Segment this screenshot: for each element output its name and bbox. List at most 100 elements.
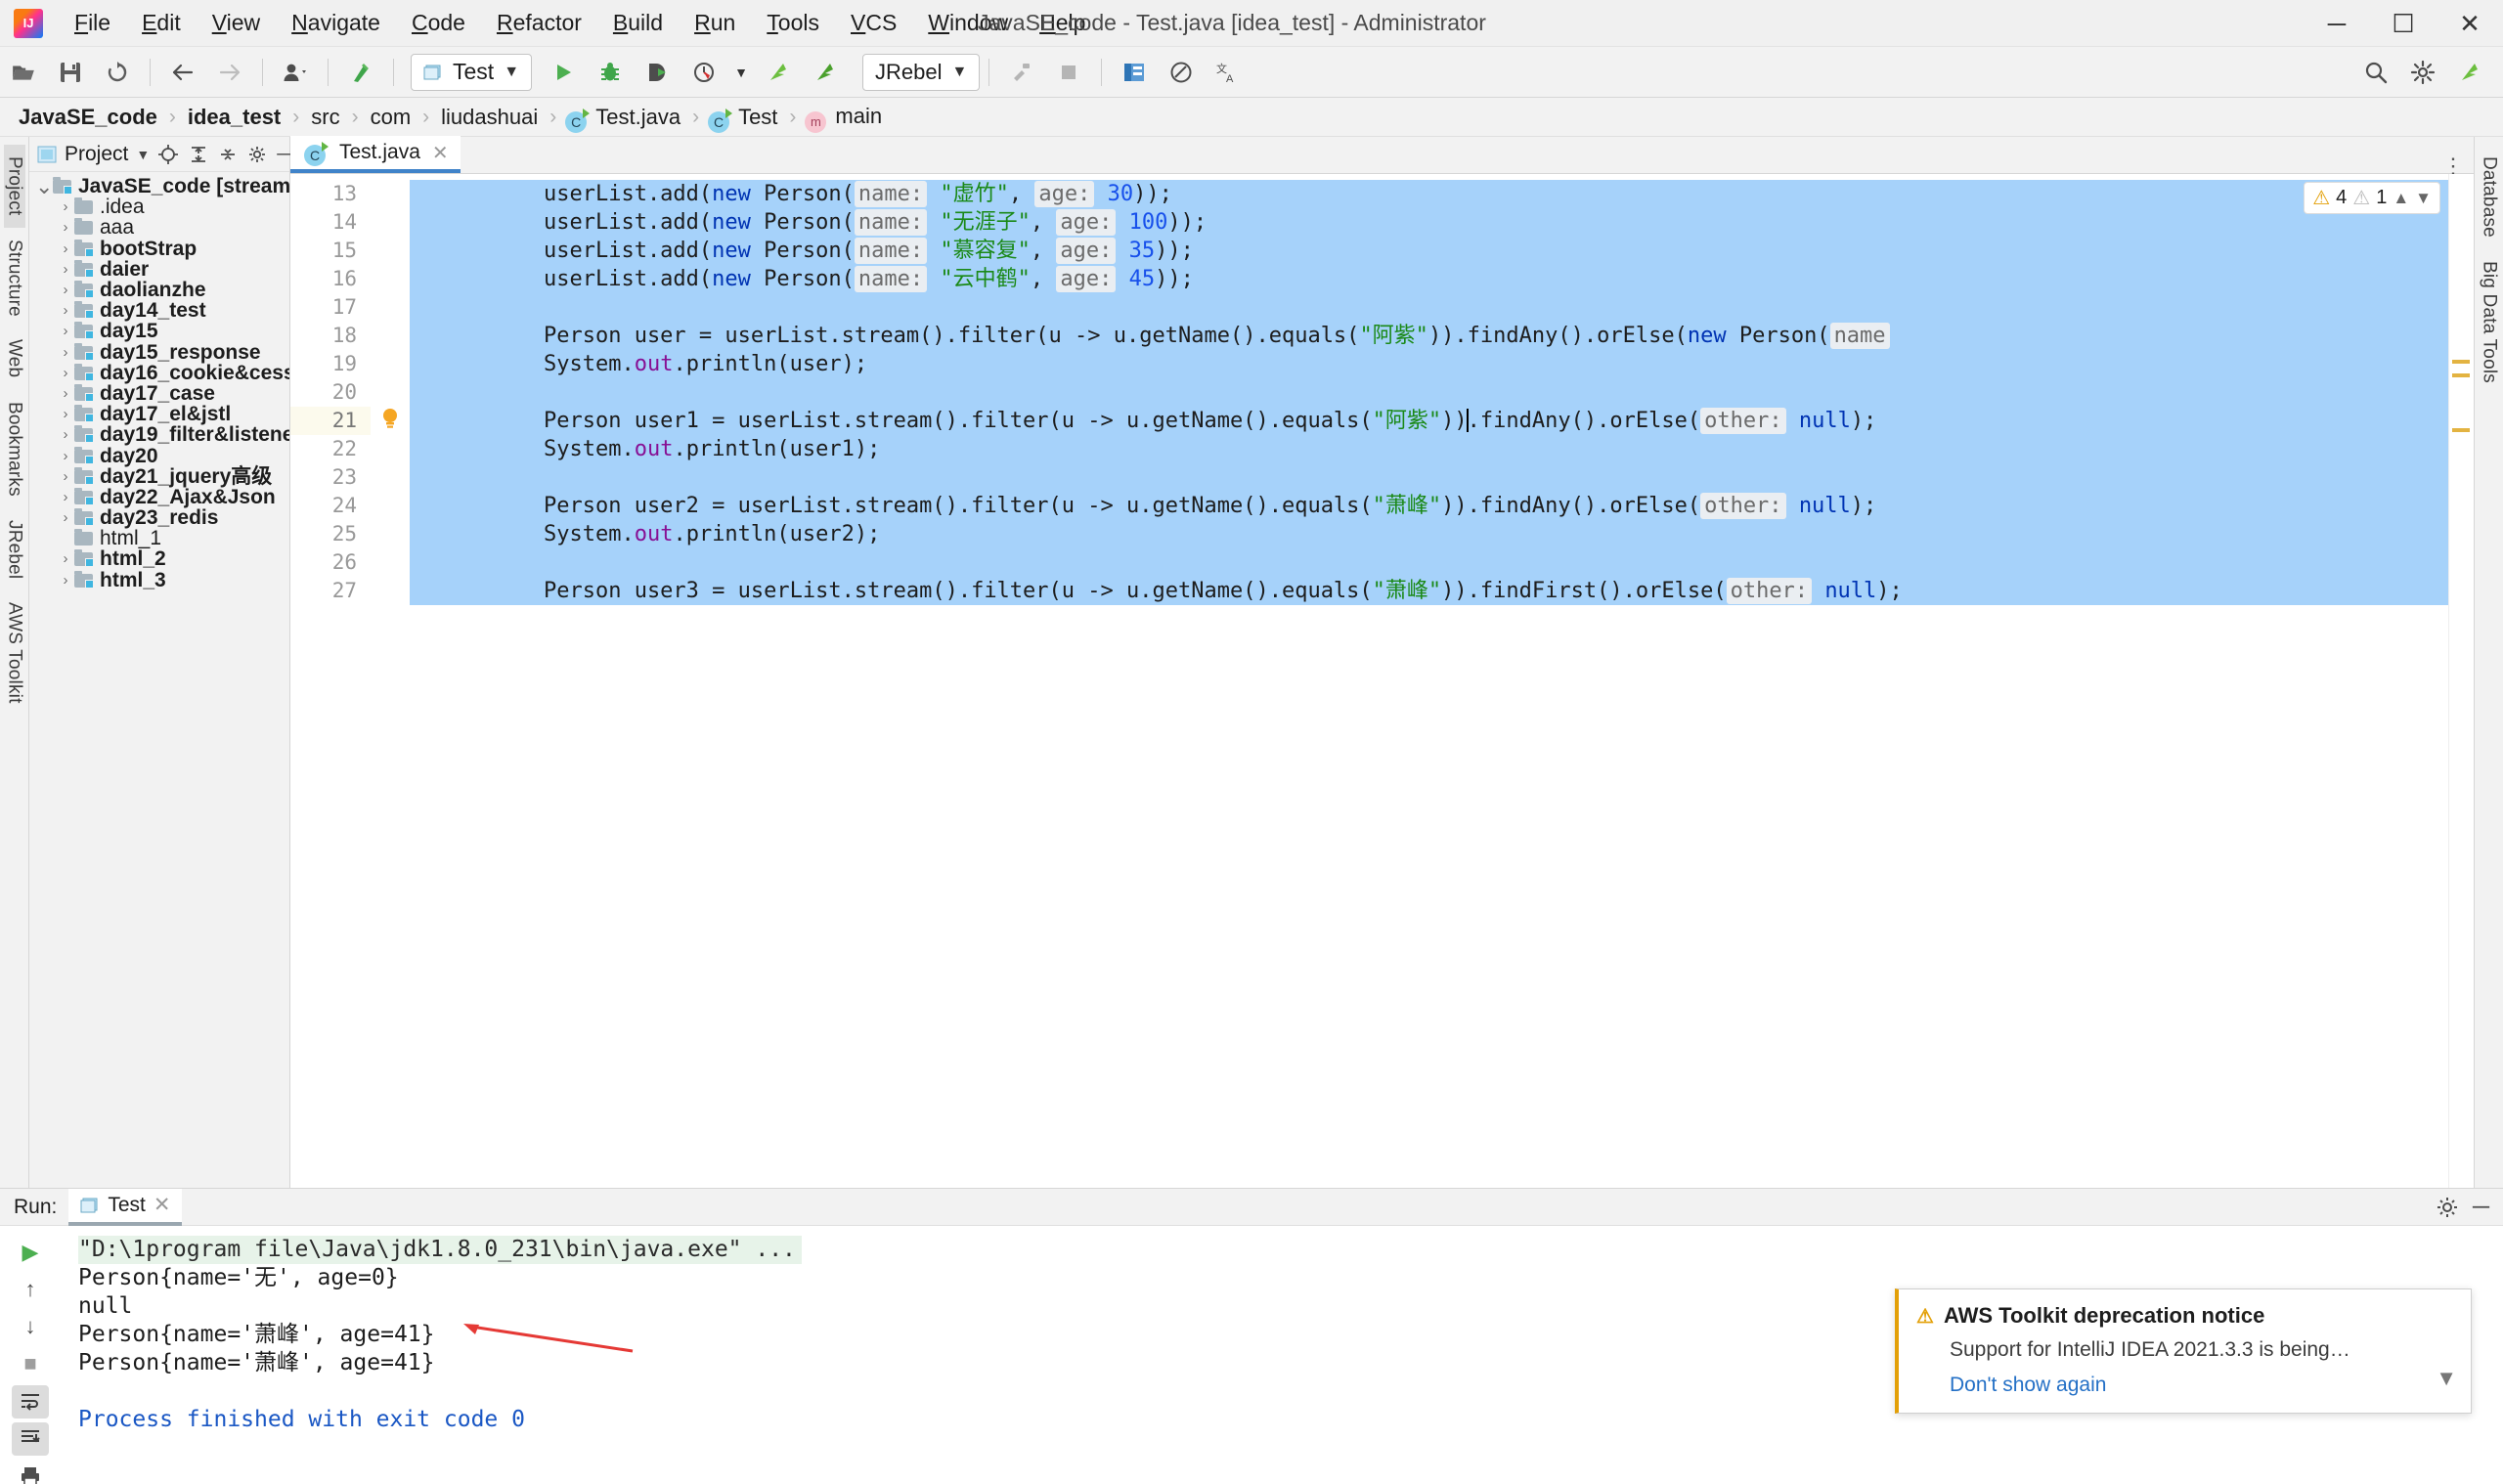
chevron-up-icon[interactable]: ▲ (2393, 189, 2409, 208)
chevron-down-icon[interactable]: ▼ (732, 54, 750, 91)
jrebel-logo-icon[interactable] (2451, 54, 2488, 91)
breadcrumb-item-idea-test[interactable]: idea_test (185, 105, 284, 130)
tree-item-html-1[interactable]: html_1 (29, 528, 289, 548)
scroll-to-end-icon[interactable] (12, 1421, 49, 1456)
breadcrumb-item-main[interactable]: m main (805, 104, 885, 133)
line-number-25[interactable]: 25 (290, 520, 371, 548)
scroll-up-icon[interactable]: ↑ (12, 1273, 49, 1306)
line-number-17[interactable]: 17 (290, 293, 371, 322)
line-number-13[interactable]: 13 (290, 180, 371, 208)
inspection-mark[interactable] (2452, 428, 2470, 432)
tree-item-daolianzhe[interactable]: › daolianzhe (29, 280, 289, 300)
chevron-right-icon[interactable]: › (57, 424, 74, 445)
tree-item-day19-filter-listener[interactable]: › day19_filter&listener (29, 424, 290, 445)
minimize-button[interactable]: ─ (2304, 0, 2370, 47)
inspection-widget[interactable]: ⚠ 4 ⚠ 1 ▲ ▼ (2304, 182, 2440, 214)
tree-item-daier[interactable]: › daier (29, 259, 289, 280)
line-number-15[interactable]: 15 (290, 237, 371, 265)
chevron-right-icon[interactable]: › (57, 570, 74, 590)
user-profile-icon[interactable] (277, 54, 314, 91)
code-line-13[interactable]: userList.add(new Person(name: "虚竹", age:… (410, 180, 2474, 208)
close-button[interactable]: ✕ (2437, 0, 2503, 47)
tree-item-javase-code[interactable]: ⌄JavaSE_code [stream]E:\IdeaProject (29, 175, 289, 196)
line-number-16[interactable]: 16 (290, 265, 371, 293)
layout-icon[interactable] (1116, 54, 1153, 91)
code-line-16[interactable]: userList.add(new Person(name: "云中鹤", age… (410, 265, 2474, 293)
gear-icon[interactable] (2404, 54, 2441, 91)
inspect-circle-icon[interactable] (1163, 54, 1200, 91)
tree-item-day15[interactable]: › day15 (29, 321, 289, 341)
chevron-right-icon[interactable]: › (57, 321, 74, 341)
chevron-right-icon[interactable]: › (57, 507, 74, 528)
tree-item-bootstrap[interactable]: › bootStrap (29, 239, 289, 259)
chevron-right-icon[interactable]: › (57, 363, 74, 383)
scroll-down-icon[interactable]: ↓ (12, 1310, 49, 1343)
menu-build[interactable]: Build (597, 6, 679, 40)
gear-icon[interactable] (2436, 1196, 2459, 1219)
tool-window-database[interactable]: Database (2479, 145, 2500, 249)
aws-toolkit-notification[interactable]: ⚠ AWS Toolkit deprecation notice Support… (1895, 1288, 2472, 1414)
breadcrumb-item-test-java[interactable]: C Test.java (565, 105, 683, 133)
line-number-18[interactable]: 18 (290, 322, 371, 350)
line-number-14[interactable]: 14 (290, 208, 371, 237)
build-hammer-icon[interactable] (1003, 54, 1040, 91)
code-line-14[interactable]: userList.add(new Person(name: "无涯子", age… (410, 208, 2474, 237)
line-number-27[interactable]: 27 (290, 577, 371, 605)
tree-item-aaa[interactable]: › aaa (29, 217, 289, 238)
code-editor[interactable]: 13 14 15 16 17 18 19 20 21 22 23 24 25 26 27 userList.… (290, 174, 2474, 1188)
menu-vcs[interactable]: VCS (835, 6, 912, 40)
line-number-24[interactable]: 24 (290, 492, 371, 520)
run-play-icon[interactable] (545, 54, 582, 91)
chevron-down-icon[interactable]: ▼ (2415, 189, 2432, 208)
chevron-down-icon[interactable]: ⌄ (35, 175, 53, 196)
soft-wrap-icon[interactable] (12, 1384, 49, 1419)
breadcrumb-item-liudashuai[interactable]: liudashuai (438, 105, 541, 130)
code-line-23[interactable] (410, 463, 2474, 492)
maximize-button[interactable]: ☐ (2370, 0, 2437, 47)
tree-item-day22-ajax-json[interactable]: › day22_Ajax&Json (29, 487, 289, 507)
jrebel-debug-icon[interactable] (807, 54, 844, 91)
chevron-right-icon[interactable]: › (57, 487, 74, 507)
chevron-right-icon[interactable]: › (57, 548, 74, 569)
tree-item-html-3[interactable]: › html_3 (29, 570, 289, 590)
tree-item-day17-case[interactable]: › day17_case (29, 383, 289, 404)
chevron-right-icon[interactable]: › (57, 300, 74, 321)
line-number-19[interactable]: 19 (290, 350, 371, 378)
chevron-right-icon[interactable]: › (57, 259, 74, 280)
tool-window-web[interactable]: Web (4, 327, 25, 389)
jrebel-run-icon[interactable] (760, 54, 797, 91)
inspection-mark[interactable] (2452, 360, 2470, 364)
tool-window-bookmarks[interactable]: Bookmarks (4, 390, 25, 508)
locate-target-icon[interactable] (157, 144, 179, 165)
chevron-down-icon[interactable]: ▼ (952, 64, 968, 81)
run-with-coverage-icon[interactable] (638, 54, 676, 91)
vcs-update-icon[interactable] (342, 54, 379, 91)
chevron-down-icon[interactable]: ▼ (136, 147, 150, 162)
menu-refactor[interactable]: Refactor (481, 6, 597, 40)
tree-item-day16-cookie-cession[interactable]: › day16_cookie&cession (29, 363, 290, 383)
code-line-24[interactable]: Person user2 = userList.stream().filter(… (410, 492, 2474, 520)
code-line-21[interactable]: Person user1 = userList.stream().filter(… (410, 407, 2474, 435)
code-line-26[interactable] (410, 548, 2474, 577)
jrebel-selector[interactable]: JRebel ▼ (862, 53, 981, 91)
line-number-21[interactable]: 21 (290, 407, 371, 435)
minimize-icon[interactable]: ─ (277, 145, 290, 164)
chevron-right-icon[interactable]: › (57, 239, 74, 259)
save-icon[interactable] (52, 54, 89, 91)
inspection-mark[interactable] (2452, 373, 2470, 377)
chevron-right-icon[interactable]: › (57, 280, 74, 300)
refresh-icon[interactable] (99, 54, 136, 91)
project-file-tree[interactable]: ⌄JavaSE_code [stream]E:\IdeaProject›.ide… (29, 172, 289, 1188)
profiler-clock-icon[interactable] (685, 54, 723, 91)
tool-window-jrebel[interactable]: JRebel (4, 508, 25, 590)
run-configuration-selector[interactable]: Test ▼ (411, 53, 533, 91)
translate-icon[interactable]: 文A (1209, 54, 1247, 91)
stop-icon[interactable] (1050, 54, 1087, 91)
breadcrumb-item-javase-code[interactable]: JavaSE_code (16, 105, 160, 130)
code-line-27[interactable]: Person user3 = userList.stream().filter(… (410, 577, 2474, 605)
tree-item--idea[interactable]: › .idea (29, 196, 289, 217)
tool-window-project[interactable]: Project (3, 145, 25, 228)
line-number-23[interactable]: 23 (290, 463, 371, 492)
code-line-20[interactable] (410, 378, 2474, 407)
menu-edit[interactable]: Edit (126, 6, 197, 40)
